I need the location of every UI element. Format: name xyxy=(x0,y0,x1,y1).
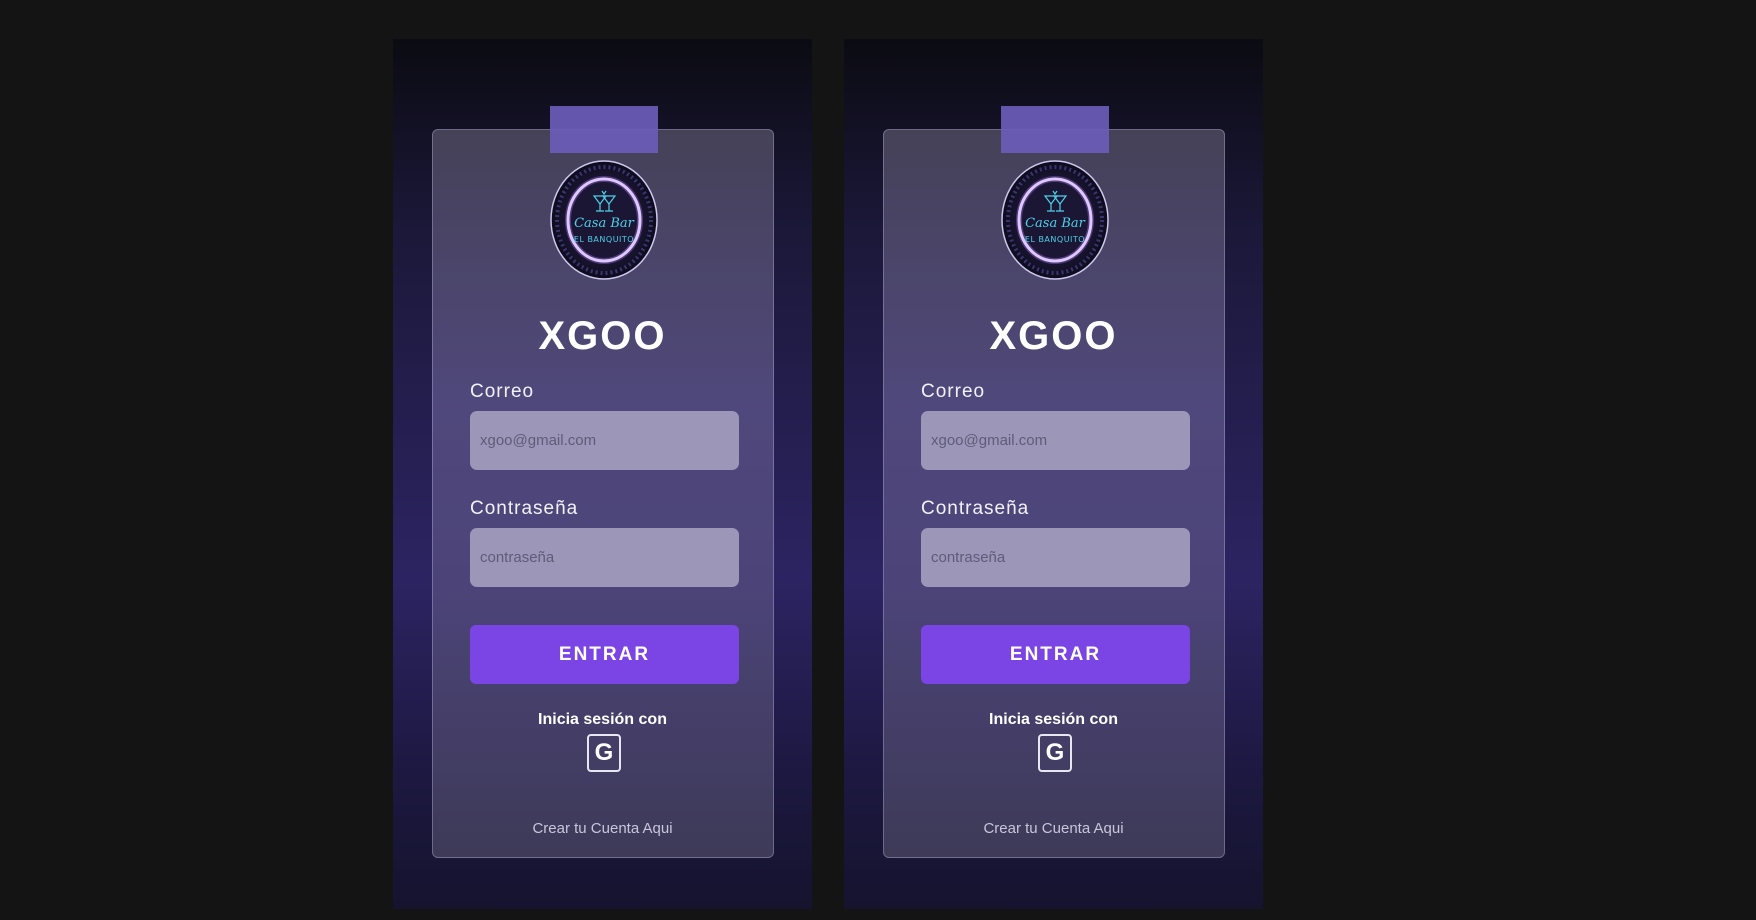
app-title: XGOO xyxy=(989,314,1118,358)
logo-line2: EL BANQUITO xyxy=(574,235,634,244)
password-field[interactable] xyxy=(470,528,739,587)
bar-logo: Casa Bar EL BANQUITO xyxy=(1001,160,1109,280)
logo-line2: EL BANQUITO xyxy=(1025,235,1085,244)
bar-logo: Casa Bar EL BANQUITO xyxy=(550,160,658,280)
email-label: Correo xyxy=(921,381,986,402)
login-screen-right: Casa Bar EL BANQUITO XGOO Correo Contras… xyxy=(844,39,1263,909)
email-field[interactable] xyxy=(921,411,1190,470)
create-account-link[interactable]: Crear tu Cuenta Aqui xyxy=(844,820,1263,837)
logo-line1: Casa Bar xyxy=(1025,216,1086,231)
social-login-text: Inicia sesión con xyxy=(538,711,667,728)
login-screen-left: Casa Bar EL BANQUITO XGOO Correo Contras… xyxy=(393,39,812,909)
app-title: XGOO xyxy=(538,314,667,358)
decorative-tape xyxy=(550,106,658,153)
password-label: Contraseña xyxy=(470,498,579,519)
google-icon[interactable]: G xyxy=(587,734,621,772)
password-label: Contraseña xyxy=(921,498,1030,519)
email-field[interactable] xyxy=(470,411,739,470)
decorative-tape xyxy=(1001,106,1109,153)
enter-button[interactable]: ENTRAR xyxy=(470,625,739,684)
google-icon[interactable]: G xyxy=(1038,734,1072,772)
enter-button[interactable]: ENTRAR xyxy=(921,625,1190,684)
create-account-link[interactable]: Crear tu Cuenta Aqui xyxy=(393,820,812,837)
social-login-text: Inicia sesión con xyxy=(989,711,1118,728)
email-label: Correo xyxy=(470,381,535,402)
logo-line1: Casa Bar xyxy=(574,216,635,231)
password-field[interactable] xyxy=(921,528,1190,587)
